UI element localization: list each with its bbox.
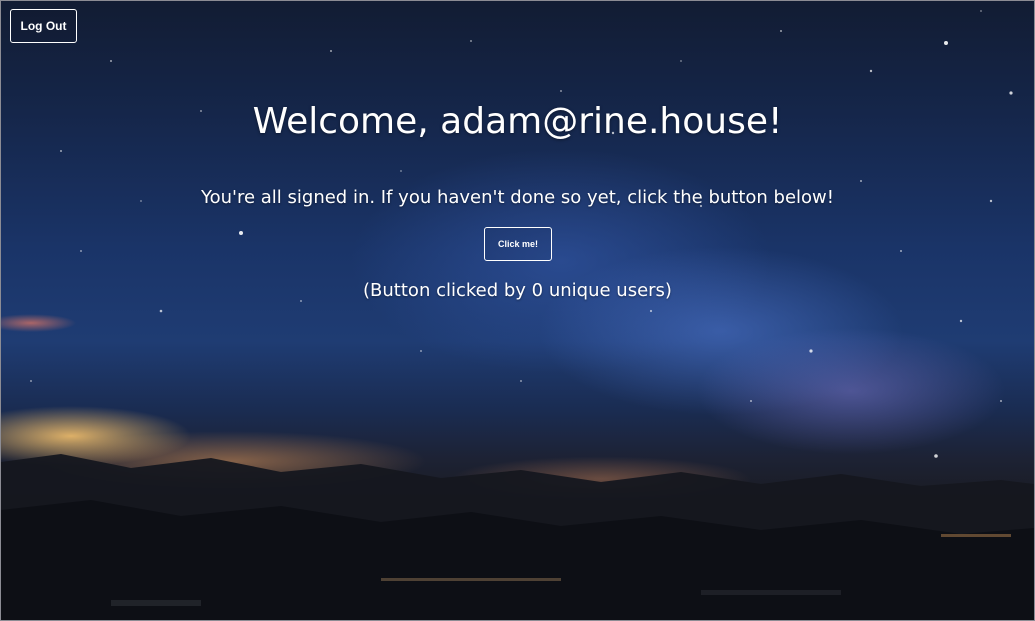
click-count-text: (Button clicked by 0 unique users) bbox=[363, 280, 672, 301]
logout-button[interactable]: Log Out bbox=[10, 9, 77, 43]
welcome-title: Welcome, adam@rine.house! bbox=[252, 101, 783, 142]
click-me-button[interactable]: Click me! bbox=[484, 227, 552, 261]
signed-in-message: You're all signed in. If you haven't don… bbox=[200, 187, 834, 208]
mountain-silhouette bbox=[1, 454, 1034, 620]
page-background: Log Out Welcome, adam@rine.house! You're… bbox=[0, 0, 1035, 621]
